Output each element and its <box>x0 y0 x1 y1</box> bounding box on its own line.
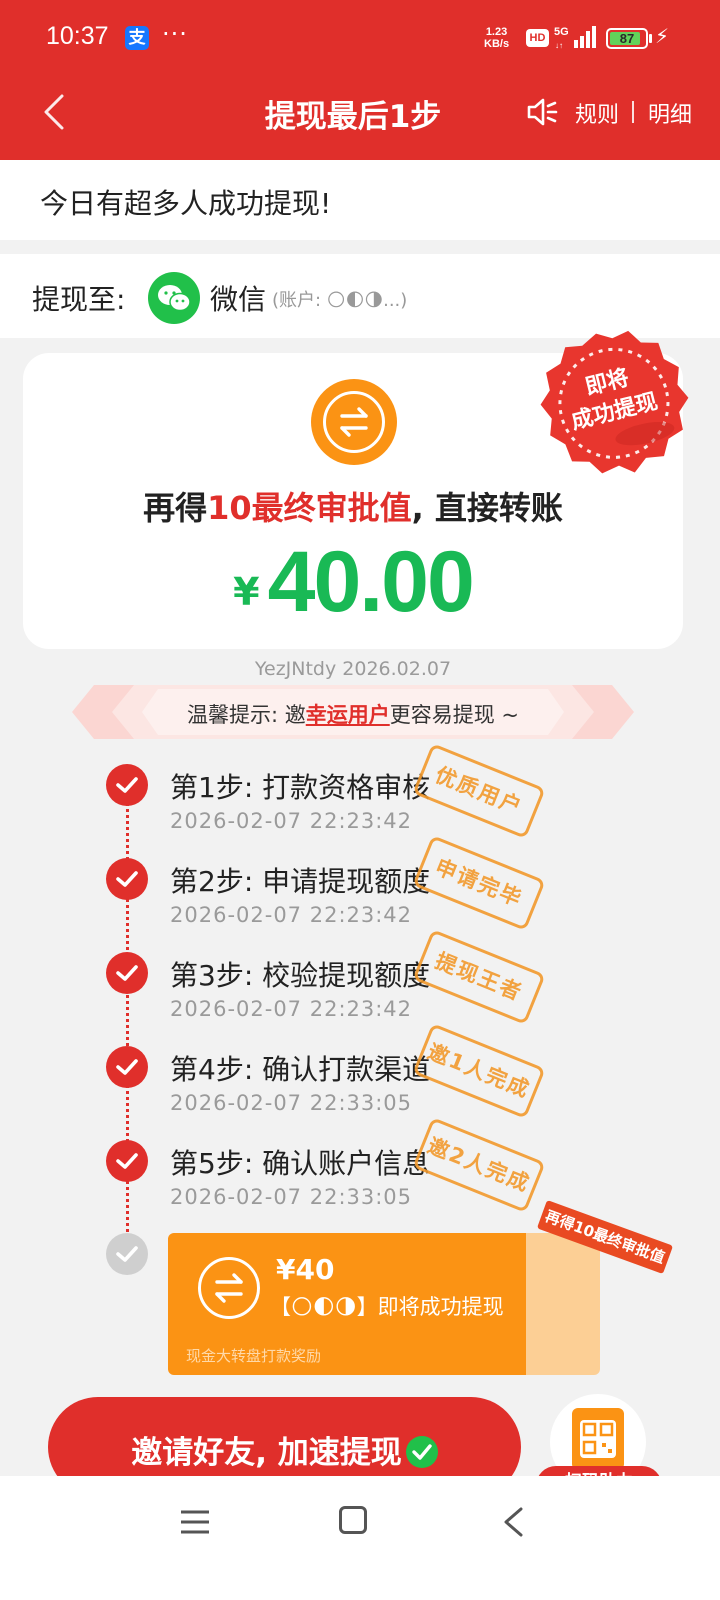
step-5-title: 第5步: 确认账户信息 <box>170 1147 431 1180</box>
headline-highlight: 10最终审批值 <box>207 489 412 527</box>
step-4-time: 2026-02-07 22:33:05 <box>170 1091 413 1115</box>
network-speed-value: 1.23 <box>485 26 508 38</box>
more-notifications-icon: ··· <box>162 20 188 48</box>
network-speed-unit: KB/s <box>484 38 510 50</box>
qr-code-icon <box>572 1408 624 1470</box>
step-3-check-icon <box>106 952 148 994</box>
withdraw-to-label: 提现至: <box>32 283 126 316</box>
transfer-icon <box>198 1257 260 1319</box>
signal-icon: 5G ↓↑ <box>554 26 596 50</box>
step-2-check-icon <box>106 858 148 900</box>
step-2-title: 第2步: 申请提现额度 <box>170 865 431 898</box>
step-1-stamp: 优质用户 <box>412 743 546 839</box>
headline-prefix: 再得 <box>143 489 208 527</box>
step-3-stamp: 提现王者 <box>412 929 546 1025</box>
signal-label: 5G <box>554 26 569 38</box>
step-5-time: 2026-02-07 22:33:05 <box>170 1185 413 1209</box>
amount-value: 40.00 <box>267 534 475 630</box>
step-1-check-icon <box>106 764 148 806</box>
withdraw-amount: ¥40.00 <box>23 533 683 632</box>
recent-apps-button[interactable] <box>180 1508 210 1536</box>
step-2-stamp: 申请完毕 <box>412 835 546 931</box>
battery-cap <box>649 34 652 43</box>
step-5-stamp: 邀2人完成 <box>412 1117 546 1213</box>
step-4-title: 第4步: 确认打款渠道 <box>170 1053 431 1086</box>
lucky-user-link[interactable]: 幸运用户 <box>306 703 390 727</box>
invite-label-text: 邀请好友, 加速提现 <box>131 1435 402 1471</box>
status-time: 10:37 <box>46 22 109 50</box>
charging-icon: ⚡ <box>655 24 670 48</box>
headline: 再得10最终审批值, 直接转账 <box>23 483 683 529</box>
step-3-time: 2026-02-07 22:23:42 <box>170 997 413 1021</box>
step-1-title: 第1步: 打款资格审核 <box>170 771 431 804</box>
check-icon <box>405 1436 438 1468</box>
reward-desc: 【🌕🌓🌗】即将成功提现 <box>270 1295 504 1319</box>
step-4-check-icon <box>106 1046 148 1088</box>
headline-suffix: , 直接转账 <box>411 489 563 527</box>
step-3-title: 第3步: 校验提现额度 <box>170 959 431 992</box>
transfer-icon <box>311 379 397 465</box>
tip-text: 温馨提示: 邀幸运用户更容易提现 ~ <box>0 699 706 729</box>
step-4-stamp: 邀1人完成 <box>412 1023 546 1119</box>
home-button[interactable] <box>339 1506 367 1534</box>
svg-text:↓↑: ↓↑ <box>555 41 563 50</box>
system-nav-bar <box>0 1476 720 1600</box>
battery-level: 87 <box>619 31 635 46</box>
rules-link[interactable]: 规则 <box>575 97 619 129</box>
account-info: (账户: 🌕🌓🌗...) <box>272 290 408 311</box>
notice-bar: 今日有超多人成功提现! <box>0 160 720 240</box>
system-back-button[interactable] <box>501 1506 525 1538</box>
reward-footnote: 现金大转盘打款奖励 <box>186 1347 322 1365</box>
reward-amount: ¥40 <box>276 1253 335 1286</box>
step-5-check-icon <box>106 1140 148 1182</box>
notice-text: 今日有超多人成功提现! <box>40 187 332 220</box>
step-6-pending-icon <box>106 1233 148 1275</box>
invite-button-label: 邀请好友, 加速提现 <box>48 1427 521 1472</box>
currency-symbol: ¥ <box>233 570 260 614</box>
speaker-icon[interactable] <box>526 97 558 127</box>
battery-icon: 87 <box>606 28 648 49</box>
tip-prefix: 温馨提示: 邀 <box>186 703 306 727</box>
detail-link[interactable]: 明细 <box>648 97 692 129</box>
reference-code: YezJNtdy 2026.02.07 <box>254 658 452 680</box>
app-screen: 10:37 支 ··· 1.23 KB/s HD 5G ↓↑ 87 ⚡ 提现最后… <box>0 0 720 1600</box>
tip-suffix: 更容易提现 ~ <box>389 703 520 727</box>
hd-badge: HD <box>526 29 549 47</box>
account-channel: 微信 <box>210 283 267 316</box>
header-bar: 10:37 支 ··· 1.23 KB/s HD 5G ↓↑ 87 ⚡ 提现最后… <box>0 0 720 160</box>
reward-card-stub <box>526 1233 600 1375</box>
step-2-time: 2026-02-07 22:23:42 <box>170 903 413 927</box>
header-divider <box>632 101 634 123</box>
wechat-icon <box>148 272 200 324</box>
network-speed: 1.23 KB/s <box>484 26 509 50</box>
reward-card[interactable]: ¥40 【🌕🌓🌗】即将成功提现 现金大转盘打款奖励 <box>168 1233 526 1375</box>
step-1-time: 2026-02-07 22:23:42 <box>170 809 413 833</box>
alipay-icon: 支 <box>125 26 149 50</box>
